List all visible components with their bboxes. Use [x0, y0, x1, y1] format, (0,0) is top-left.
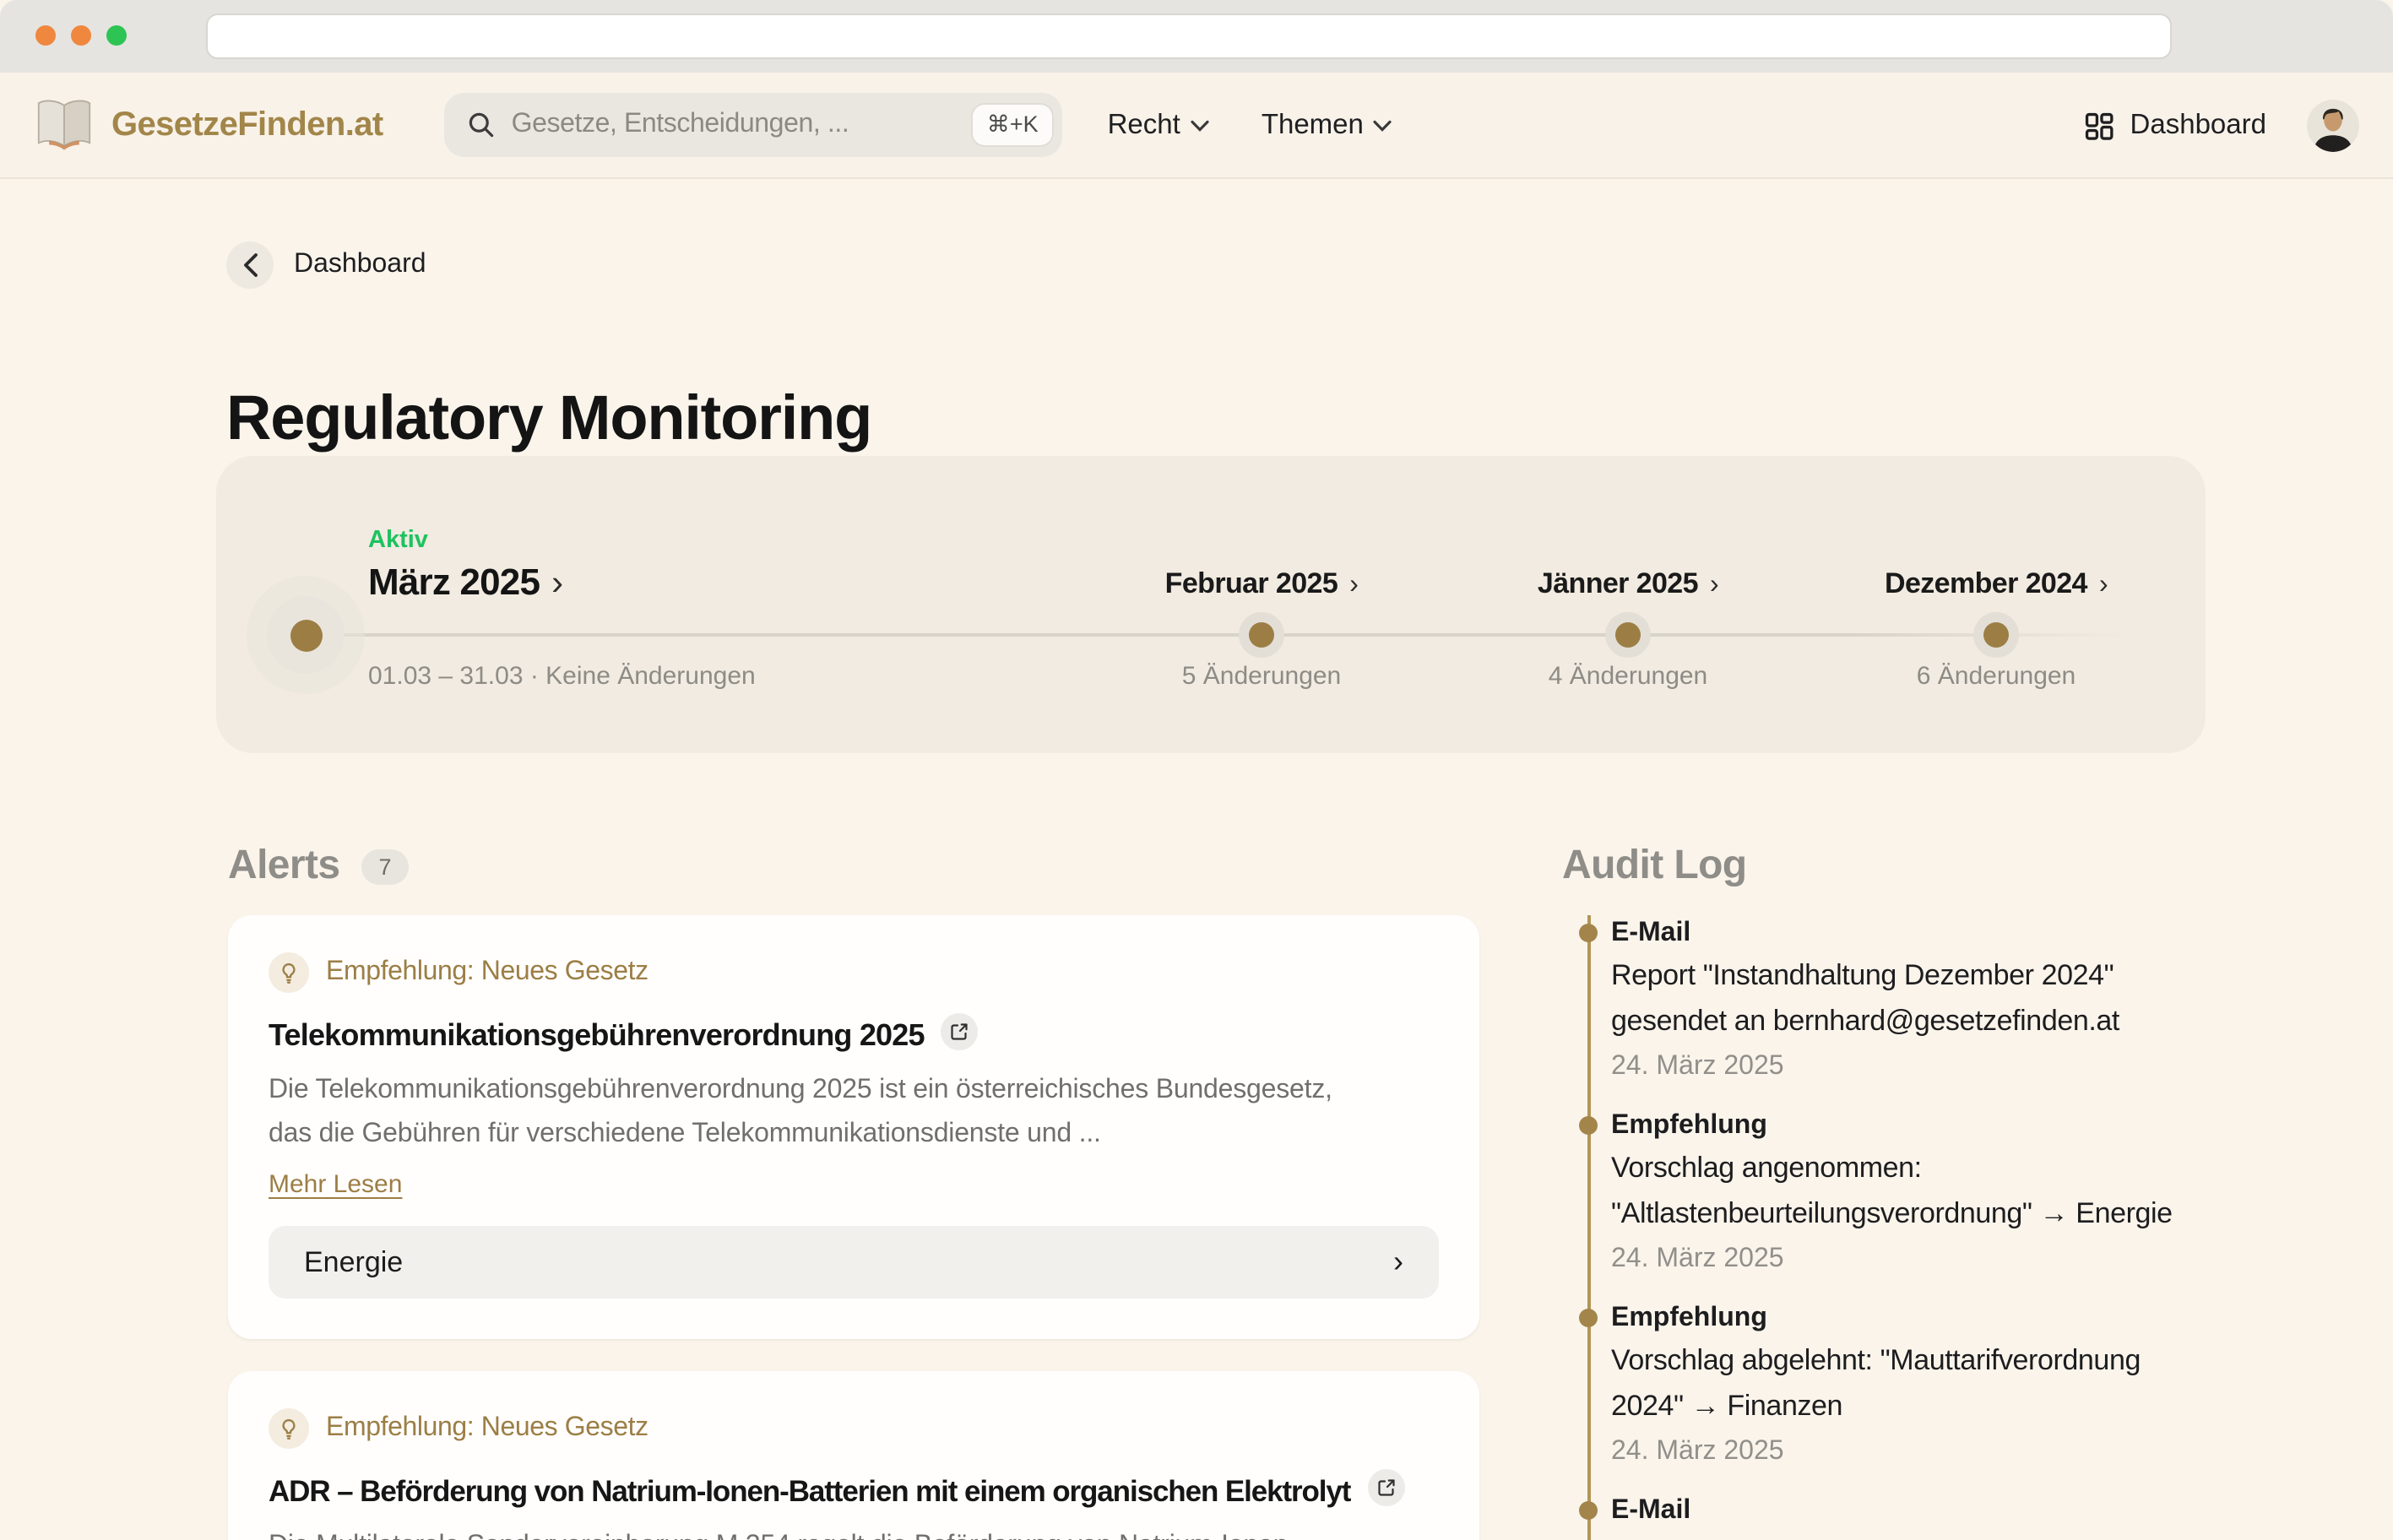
chevron-right-icon: › — [1349, 569, 1358, 599]
alert-description: Die Telekommunikationsgebührenverordnung… — [269, 1069, 1336, 1155]
alert-tag-label: Energie — [304, 1245, 403, 1279]
chevron-right-icon: › — [551, 564, 562, 603]
site-header: GesetzeFinden.at Gesetze, Entscheidungen… — [0, 73, 2393, 179]
audit-entry-type: E-Mail — [1611, 1493, 2206, 1528]
active-status-label: Aktiv — [368, 527, 428, 554]
alerts-count-badge: 7 — [361, 849, 408, 884]
lightbulb-icon — [269, 952, 309, 993]
browser-chrome — [0, 0, 2393, 73]
alert-tag-row[interactable]: Energie › — [269, 1226, 1439, 1299]
chevron-down-icon — [1374, 119, 1392, 131]
timeline-dot — [1973, 612, 2019, 658]
url-bar[interactable] — [206, 14, 2172, 59]
app-window: GesetzeFinden.at Gesetze, Entscheidungen… — [0, 0, 2393, 1540]
alert-category-label: Empfehlung: Neues Gesetz — [326, 957, 648, 988]
nav-item-recht[interactable]: Recht — [1108, 109, 1209, 141]
logo[interactable]: GesetzeFinden.at — [34, 98, 383, 152]
milestone-label: Februar 2025› — [1165, 567, 1359, 601]
timeline-dot — [1239, 612, 1284, 658]
chevron-left-icon — [242, 253, 258, 277]
timeline-dot — [1605, 612, 1651, 658]
nav-item-themen[interactable]: Themen — [1262, 109, 1392, 141]
audit-dot-icon — [1578, 1309, 1597, 1327]
audit-entry-text: Report "Instandhaltung Dezember 2024" ge… — [1611, 1532, 2206, 1540]
alert-card: Empfehlung: Neues Gesetz Telekommunikati… — [228, 915, 1479, 1339]
audit-dot-icon — [1578, 924, 1597, 942]
audit-log-entry: E-Mail Report "Instandhaltung Dezember 2… — [1611, 915, 2206, 1084]
lightbulb-icon — [269, 1408, 309, 1449]
search-input[interactable]: Gesetze, Entscheidungen, ... ⌘+K — [444, 93, 1062, 157]
alerts-heading: Alerts — [228, 843, 339, 890]
traffic-light-close[interactable] — [35, 25, 56, 46]
back-button[interactable] — [226, 241, 274, 289]
audit-entry-date: 24. März 2025 — [1611, 1434, 2206, 1469]
alerts-column: Alerts 7 Empfehlung: Neues Gesetz Teleko… — [228, 841, 1479, 1540]
milestone-sub: 01.03 – 31.03 · Keine Änderungen — [368, 662, 756, 691]
chevron-right-icon: › — [1393, 1244, 1403, 1280]
header-right: Dashboard — [2083, 99, 2359, 151]
audit-log-entry: E-Mail Report "Instandhaltung Dezember 2… — [1611, 1493, 2206, 1540]
audit-entry-text: Vorschlag angenommen: "Altlastenbeurteil… — [1611, 1147, 2206, 1236]
logo-text: GesetzeFinden.at — [111, 106, 383, 144]
chevron-right-icon: › — [1710, 569, 1718, 599]
search-placeholder: Gesetze, Entscheidungen, ... — [512, 110, 958, 140]
user-avatar[interactable] — [2307, 99, 2359, 151]
alert-description: Die Multilaterale Sondervereinbarung M 3… — [269, 1525, 1336, 1540]
traffic-light-zoom[interactable] — [106, 25, 127, 46]
alert-title[interactable]: Telekommunikationsgebührenverordnung 202… — [269, 1018, 925, 1054]
dashboard-link[interactable]: Dashboard — [2083, 109, 2266, 141]
timeline-dot-active — [267, 596, 345, 674]
audit-log-column: Audit Log E-Mail Report "Instandhaltung … — [1562, 841, 2206, 1540]
milestone-label: Jänner 2025› — [1538, 567, 1718, 601]
audit-entry-text: Report "Instandhaltung Dezember 2024" ge… — [1611, 954, 2206, 1044]
audit-dot-icon — [1578, 1116, 1597, 1135]
audit-entry-date: 24. März 2025 — [1611, 1049, 2206, 1084]
audit-log-heading: Audit Log — [1562, 843, 1747, 890]
audit-log-list: E-Mail Report "Instandhaltung Dezember 2… — [1587, 915, 2206, 1540]
audit-entry-text: Vorschlag abgelehnt: "Mauttarifverordnun… — [1611, 1339, 2206, 1429]
search-shortcut-badge: ⌘+K — [974, 105, 1052, 145]
milestone-label: März 2025› — [368, 561, 562, 605]
chevron-right-icon: › — [2099, 569, 2108, 599]
alert-card: Empfehlung: Neues Gesetz ADR – Beförderu… — [228, 1371, 1479, 1540]
audit-entry-type: Empfehlung — [1611, 1300, 2206, 1336]
breadcrumb: Dashboard — [226, 241, 426, 289]
breadcrumb-label[interactable]: Dashboard — [294, 250, 426, 280]
chevron-down-icon — [1191, 119, 1209, 131]
main-nav: Recht Themen — [1108, 109, 1392, 141]
audit-entry-type: Empfehlung — [1611, 1108, 2206, 1143]
alert-category-label: Empfehlung: Neues Gesetz — [326, 1413, 648, 1444]
alert-title[interactable]: ADR – Beförderung von Natrium-Ionen-Batt… — [269, 1474, 1350, 1510]
audit-log-entry: Empfehlung Vorschlag angenommen: "Altlas… — [1611, 1108, 2206, 1277]
milestone-sub: 4 Änderungen — [1549, 662, 1708, 691]
traffic-light-minimize[interactable] — [71, 25, 91, 46]
book-logo-icon — [34, 98, 95, 152]
timeline-card: Aktiv März 2025› 01.03 – 31.03 · Keine Ä… — [216, 456, 2206, 753]
dashboard-grid-icon — [2083, 109, 2115, 141]
milestone-sub: 6 Änderungen — [1917, 662, 2076, 691]
timeline-line — [306, 632, 2148, 637]
milestone-sub: 5 Änderungen — [1182, 662, 1342, 691]
milestone-label: Dezember 2024› — [1885, 567, 2108, 601]
mehr-lesen-link[interactable]: Mehr Lesen — [269, 1170, 402, 1199]
page-title: Regulatory Monitoring — [226, 380, 871, 458]
audit-log-entry: Empfehlung Vorschlag abgelehnt: "Mauttar… — [1611, 1300, 2206, 1469]
audit-entry-date: 24. März 2025 — [1611, 1241, 2206, 1277]
external-link-icon[interactable] — [1367, 1469, 1404, 1506]
external-link-icon[interactable] — [941, 1013, 979, 1050]
audit-dot-icon — [1578, 1501, 1597, 1520]
search-icon — [466, 110, 497, 140]
audit-entry-type: E-Mail — [1611, 915, 2206, 951]
